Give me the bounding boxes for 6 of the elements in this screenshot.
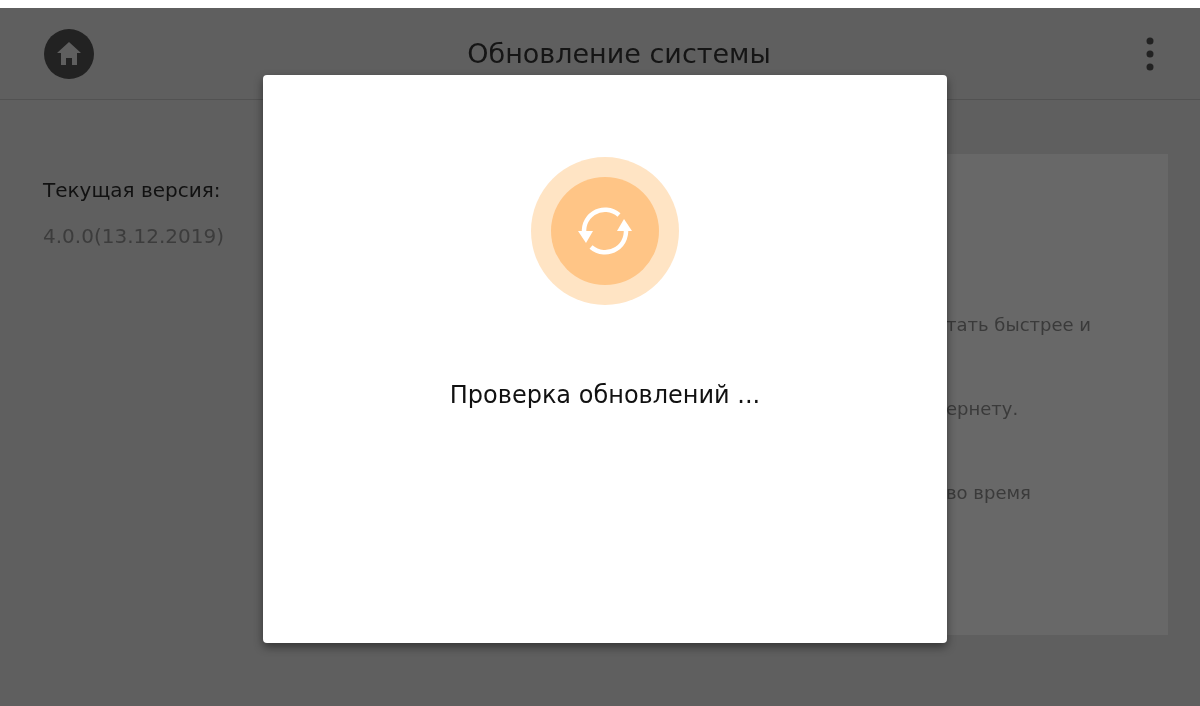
checking-updates-message: Проверка обновлений ...: [449, 381, 761, 409]
current-version-label: Текущая версия:: [43, 178, 222, 202]
home-icon[interactable]: [44, 28, 94, 79]
more-menu-icon[interactable]: [1144, 36, 1156, 71]
sync-icon: [531, 157, 679, 305]
screen-title: Обновление системы: [467, 38, 771, 69]
